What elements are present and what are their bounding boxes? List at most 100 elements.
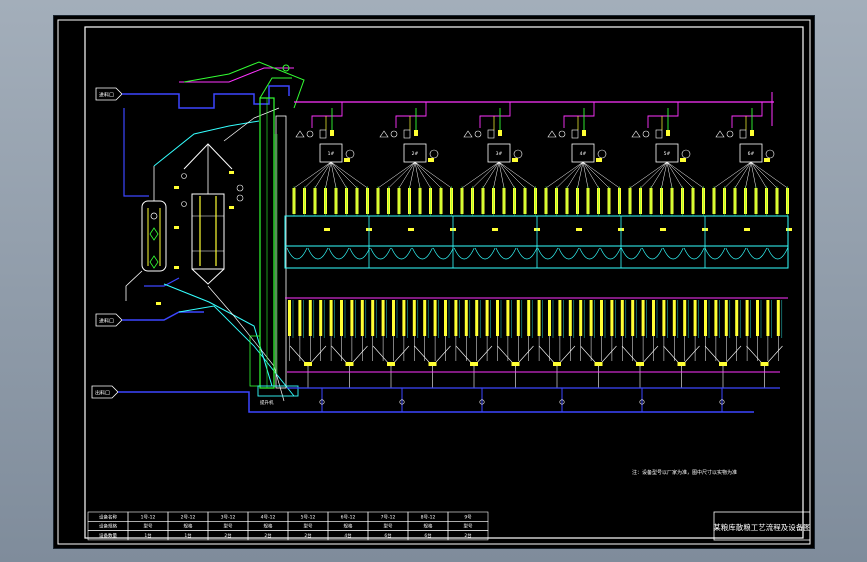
table-cell: 型号 <box>144 523 153 530</box>
unit-label: 6# <box>748 151 755 157</box>
discharge-gate <box>308 300 312 336</box>
table-cell: 1台 <box>144 532 152 539</box>
discharge-hoppers <box>285 297 788 412</box>
unit-label: 1# <box>328 151 335 157</box>
table-cell: 6号-12 <box>341 514 356 520</box>
table-cell: 型号 <box>384 523 393 530</box>
unit-label: 4# <box>580 151 587 157</box>
separator-tank <box>141 200 167 272</box>
process-unit: 1# <box>284 102 372 268</box>
table-cell: 7号-12 <box>381 514 396 520</box>
table-cell: 2台 <box>264 532 272 539</box>
discharge-gate <box>548 300 551 336</box>
table-cell: 规格 <box>424 523 433 530</box>
table-cell: 5号-12 <box>301 514 316 520</box>
table-cell: 6台 <box>424 532 432 539</box>
discharge-gate <box>423 300 427 336</box>
bucket-elevator: 提升机 <box>249 64 299 406</box>
discharge-gate <box>714 300 718 336</box>
unit-label: 5# <box>664 151 671 157</box>
discharge-gate <box>371 300 375 336</box>
table-cell: 3号-12 <box>221 514 236 520</box>
discharge-gate <box>704 300 707 336</box>
unit-label: 3# <box>496 151 503 157</box>
discharge-gate <box>620 300 624 336</box>
discharge-gate <box>454 300 458 336</box>
process-unit: 2# <box>368 102 456 268</box>
table-cell: 设备数量 <box>99 532 117 539</box>
table-cell: 型号 <box>464 523 473 530</box>
discharge-gate <box>360 300 364 336</box>
table-cell: 设备名称 <box>99 513 117 520</box>
table-cell: 型号 <box>304 523 313 530</box>
elevator-label: 提升机 <box>260 399 274 406</box>
discharge-gate <box>475 300 479 336</box>
table-cell: 规格 <box>184 523 193 530</box>
table-cell: 2台 <box>464 532 472 539</box>
process-flow-diagram: 进料口 进料口 出料口 提升机 1# 2# 3# 4# 5# 6# 注：设备型号… <box>57 19 811 545</box>
discharge-gate <box>433 300 437 336</box>
discharge-gate <box>610 300 614 336</box>
discharge-gate <box>579 300 583 336</box>
process-unit: 5# <box>620 102 708 268</box>
table-cell: 1台 <box>184 532 192 539</box>
discharge-gate <box>319 300 323 336</box>
dryer-column <box>191 193 225 270</box>
discharge-gate <box>392 300 395 336</box>
outlet-label: 出料口 <box>95 390 110 397</box>
discharge-gate <box>631 300 635 336</box>
discharge-gate <box>350 300 354 336</box>
discharge-gate <box>288 300 291 336</box>
table-cell: 2号-12 <box>181 514 196 520</box>
inlet-mid-label: 进料口 <box>99 318 114 325</box>
table-cell: 设备规格 <box>99 523 117 530</box>
discharge-gate <box>537 300 541 336</box>
discharge-gate <box>766 300 770 336</box>
discharge-gate <box>568 300 572 336</box>
drawing-note: 注：设备型号以厂家为准，图中尺寸以实物为准 <box>632 469 737 476</box>
drawing-sheet: 进料口 进料口 出料口 提升机 1# 2# 3# 4# 5# 6# 注：设备型号… <box>54 16 814 548</box>
discharge-gate <box>444 300 447 336</box>
discharge-gate <box>298 300 302 336</box>
table-cell: 2台 <box>304 532 312 539</box>
table-cell: 2台 <box>224 532 232 539</box>
discharge-gate <box>516 300 520 336</box>
drawing-title: 某粮库散粮工艺流程及设备图 <box>713 522 811 532</box>
table-cell: 1号-12 <box>141 514 156 520</box>
left-equipment: 进料口 进料口 出料口 提升机 <box>91 61 305 413</box>
discharge-gate <box>662 300 666 336</box>
discharge-gate <box>672 300 676 336</box>
inner-frame <box>84 26 804 539</box>
discharge-gate <box>724 300 728 336</box>
table-cell: 6台 <box>384 532 392 539</box>
discharge-gate <box>589 300 593 336</box>
discharge-gate <box>735 300 739 336</box>
discharge-gate <box>381 300 385 336</box>
discharge-gate <box>527 300 531 336</box>
discharge-gate <box>558 300 562 336</box>
discharge-gate <box>776 300 780 336</box>
discharge-gate <box>756 300 759 336</box>
discharge-gate <box>745 300 749 336</box>
discharge-gate <box>485 300 489 336</box>
discharge-gate <box>340 300 343 336</box>
discharge-gate <box>464 300 468 336</box>
title-block: 某粮库散粮工艺流程及设备图 <box>713 511 811 541</box>
process-unit: 3# <box>452 102 540 268</box>
table-cell: 9号 <box>464 514 472 520</box>
discharge-gate <box>402 300 406 336</box>
discharge-gate <box>496 300 499 336</box>
table-cell: 型号 <box>224 523 233 530</box>
process-unit: 4# <box>536 102 624 268</box>
equipment-table: 设备名称 1号-12 2号-12 3号-12 4号-12 5号-12 6号-12 7号-12 8… <box>87 511 489 541</box>
table-cell: 8号-12 <box>421 514 436 520</box>
table-cell: 规格 <box>264 523 273 530</box>
cad-viewport: 进料口 进料口 出料口 提升机 1# 2# 3# 4# 5# 6# 注：设备型号… <box>0 0 867 562</box>
discharge-gate <box>412 300 416 336</box>
discharge-gate <box>693 300 697 336</box>
silo-band <box>284 215 789 269</box>
table-cell: 4号-12 <box>261 514 276 520</box>
discharge-gate <box>652 300 655 336</box>
table-cell: 4台 <box>344 532 352 539</box>
inlet-top-label: 进料口 <box>99 92 114 99</box>
